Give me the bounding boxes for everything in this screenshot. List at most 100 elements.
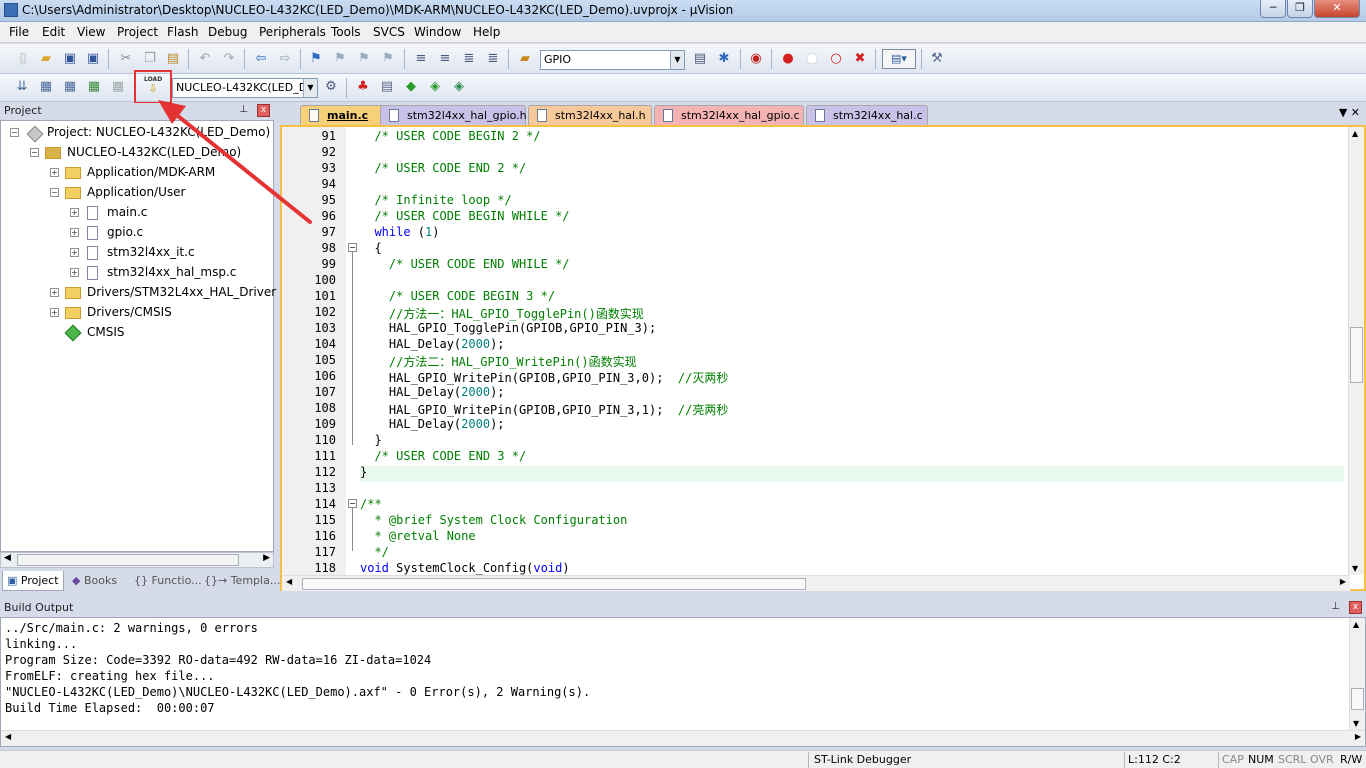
scroll-up-icon[interactable]: ▲ — [1353, 620, 1359, 629]
scrollbar-thumb[interactable] — [1350, 327, 1363, 383]
expand-toggle[interactable]: + — [50, 168, 59, 177]
tab-project[interactable]: ▣ Project — [2, 571, 64, 591]
navigate-back-icon[interactable]: ⇦ — [252, 50, 270, 68]
cut-icon[interactable]: ✂ — [117, 50, 135, 68]
scroll-right-icon[interactable]: ▶ — [1340, 577, 1346, 586]
build-output-horizontal-scrollbar[interactable]: ◀ ▶ — [1, 730, 1365, 746]
tab-templates[interactable]: {}→ Templa... — [200, 571, 280, 591]
select-software-packs-icon[interactable]: ◈ — [450, 78, 468, 96]
expand-toggle[interactable]: + — [70, 268, 79, 277]
menu-tools[interactable]: Tools — [331, 25, 361, 39]
paste-icon[interactable]: ▤ — [164, 50, 182, 68]
tab-list-controls[interactable]: ▼ ✕ — [1339, 106, 1360, 119]
pin-icon[interactable]: ⊥ — [239, 104, 248, 115]
find-icon[interactable]: ▤ — [691, 50, 709, 68]
redo-icon[interactable]: ↷ — [220, 50, 238, 68]
expand-toggle[interactable]: + — [50, 288, 59, 297]
menu-view[interactable]: View — [77, 25, 105, 39]
project-tree-scrollbar[interactable]: ◀ ▶ — [0, 552, 274, 568]
collapse-toggle[interactable]: − — [10, 128, 19, 137]
menu-file[interactable]: File — [9, 25, 29, 39]
scroll-left-icon[interactable]: ◀ — [5, 732, 11, 741]
tree-target[interactable]: NUCLEO-L432KC(LED_Demo) — [67, 145, 241, 159]
editor-horizontal-scrollbar[interactable]: ◀ ▶ — [282, 575, 1350, 591]
tree-file-it-c[interactable]: stm32l4xx_it.c — [107, 245, 195, 259]
build-output-vertical-scrollbar[interactable]: ▲ ▼ — [1349, 618, 1365, 730]
tab-books[interactable]: ◆ Books — [68, 571, 126, 591]
collapse-toggle[interactable]: − — [30, 148, 39, 157]
tree-file-main-c[interactable]: main.c — [107, 205, 147, 219]
code-editor[interactable]: − − ▲ ▼ ◀ ▶ 91 /* USER CODE BEGIN 2 */ 92… — [280, 125, 1366, 591]
menu-edit[interactable]: Edit — [42, 25, 65, 39]
editor-tab-hal-gpio-c[interactable]: stm32l4xx_hal_gpio.c — [654, 105, 804, 125]
batch-build-icon[interactable]: ▦ — [85, 78, 103, 96]
close-panel-button[interactable]: x — [257, 104, 270, 117]
close-panel-button[interactable]: x — [1349, 601, 1362, 614]
configure-wrench-icon[interactable]: ⚒ — [928, 50, 946, 68]
navigate-forward-icon[interactable]: ⇨ — [276, 50, 294, 68]
editor-tab-hal-h[interactable]: stm32l4xx_hal.h — [528, 105, 652, 125]
tree-group-mdk-arm[interactable]: Application/MDK-ARM — [87, 165, 215, 179]
scrollbar-thumb[interactable] — [302, 578, 806, 590]
save-all-icon[interactable]: ▣ — [84, 50, 102, 68]
target-options-icon[interactable]: ⚙ — [322, 78, 340, 96]
tree-group-drivers-cmsis[interactable]: Drivers/CMSIS — [87, 305, 172, 319]
editor-tab-hal-gpio-h[interactable]: stm32l4xx_hal_gpio.h — [380, 105, 527, 125]
undo-icon[interactable]: ↶ — [196, 50, 214, 68]
expand-toggle[interactable]: + — [70, 228, 79, 237]
menu-flash[interactable]: Flash — [167, 25, 198, 39]
disable-breakpoints-icon[interactable]: ○ — [827, 50, 845, 68]
menu-project[interactable]: Project — [117, 25, 158, 39]
find-combo[interactable]: GPIO ▼ — [540, 50, 685, 70]
scroll-right-icon[interactable]: ▶ — [263, 553, 270, 563]
menu-peripherals[interactable]: Peripherals — [259, 25, 326, 39]
select-packs-icon[interactable]: ▤ — [378, 78, 396, 96]
bookmark-icon[interactable]: ⚑ — [307, 50, 325, 68]
scroll-down-icon[interactable]: ▼ — [1352, 564, 1358, 573]
maximize-button[interactable]: ❐ — [1287, 0, 1313, 18]
unindent-icon[interactable]: ≡ — [436, 50, 454, 68]
fold-toggle[interactable]: − — [348, 243, 357, 252]
debug-session-icon[interactable]: ◉ — [747, 50, 765, 68]
scroll-left-icon[interactable]: ◀ — [286, 577, 292, 586]
manage-project-items-icon[interactable]: ♣ — [354, 78, 372, 96]
next-bookmark-icon[interactable]: ⚑ — [355, 50, 373, 68]
fold-toggle[interactable]: − — [348, 499, 357, 508]
expand-toggle[interactable]: + — [70, 208, 79, 217]
minimize-button[interactable]: ─ — [1260, 0, 1286, 18]
scroll-left-icon[interactable]: ◀ — [4, 553, 11, 563]
indent-icon[interactable]: ≡ — [412, 50, 430, 68]
new-file-icon[interactable]: ▯ — [14, 50, 32, 68]
chevron-down-icon[interactable]: ▼ — [670, 51, 684, 69]
expand-toggle[interactable]: + — [70, 248, 79, 257]
tree-file-hal-msp-c[interactable]: stm32l4xx_hal_msp.c — [107, 265, 236, 279]
editor-tab-hal-c[interactable]: stm32l4xx_hal.c — [806, 105, 928, 125]
build-icon[interactable]: ▦ — [37, 78, 55, 96]
close-window-button[interactable]: ✕ — [1314, 0, 1360, 18]
load-download-button[interactable]: LOAD ⇩ — [134, 70, 172, 104]
uncomment-icon[interactable]: ≣ — [484, 50, 502, 68]
editor-vertical-scrollbar[interactable]: ▲ ▼ — [1348, 127, 1364, 575]
window-layout-icon[interactable]: ▤▾ — [882, 49, 916, 69]
menu-help[interactable]: Help — [473, 25, 500, 39]
tree-cmsis[interactable]: CMSIS — [87, 325, 125, 339]
tree-group-hal-driver[interactable]: Drivers/STM32L4xx_HAL_Driver — [87, 285, 276, 299]
incremental-find-icon[interactable]: ✱ — [715, 50, 733, 68]
enable-breakpoint-icon[interactable]: ● — [803, 50, 821, 68]
menu-debug[interactable]: Debug — [208, 25, 247, 39]
stop-build-icon[interactable]: ▦ — [109, 78, 127, 96]
save-icon[interactable]: ▣ — [61, 50, 79, 68]
clear-bookmarks-icon[interactable]: ⚑ — [379, 50, 397, 68]
collapse-toggle[interactable]: − — [50, 188, 59, 197]
chevron-down-icon[interactable]: ▼ — [303, 79, 317, 97]
scrollbar-thumb[interactable] — [17, 554, 239, 566]
rebuild-icon[interactable]: ▦ — [61, 78, 79, 96]
scroll-right-icon[interactable]: ▶ — [1355, 732, 1361, 741]
target-combo[interactable]: NUCLEO-L432KC(LED_Demo) ▼ — [172, 78, 318, 98]
kill-breakpoints-icon[interactable]: ✖ — [851, 50, 869, 68]
scroll-up-icon[interactable]: ▲ — [1352, 129, 1358, 138]
tree-project-root[interactable]: Project: NUCLEO-L432KC(LED_Demo) — [47, 125, 270, 139]
scroll-down-icon[interactable]: ▼ — [1353, 719, 1359, 728]
pack-installer-icon[interactable]: ◈ — [426, 78, 444, 96]
menu-svcs[interactable]: SVCS — [373, 25, 405, 39]
